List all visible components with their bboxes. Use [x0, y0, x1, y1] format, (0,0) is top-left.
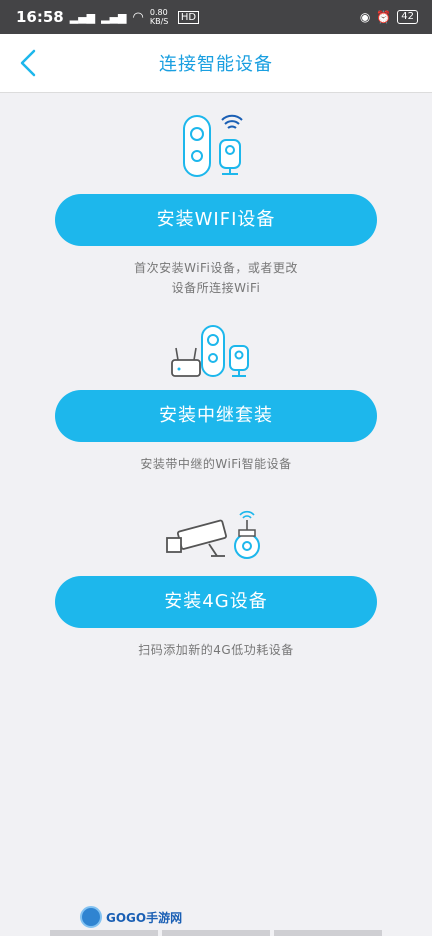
bottom-bar-segment	[162, 930, 270, 936]
install-repeater-button[interactable]: 安装中继套装	[55, 390, 377, 442]
nav-bar: 连接智能设备	[0, 34, 432, 93]
vibrate-icon: ◉	[359, 10, 371, 24]
wifi-icon: ◠	[132, 9, 144, 25]
option-repeater: 安装中继套装 安装带中继的WiFi智能设备	[0, 324, 432, 474]
status-time: 16:58	[16, 8, 64, 26]
option-4g: 安装4G设备 扫码添加新的4G低功耗设备	[0, 510, 432, 660]
wifi-desc-line1: 首次安装WiFi设备，或者更改	[134, 261, 298, 275]
4g-desc-line1: 扫码添加新的4G低功耗设备	[138, 643, 294, 657]
signal-icon-2: ▂▄▆	[101, 10, 127, 24]
page-title: 连接智能设备	[159, 54, 273, 75]
watermark-text: GOGO手游网	[106, 910, 183, 925]
bottom-bar-segment	[274, 930, 382, 936]
install-wifi-button[interactable]: 安装WIFI设备	[55, 194, 377, 246]
watermark-logo-icon	[80, 906, 102, 928]
signal-icon: ▂▄▆	[69, 10, 96, 24]
hd-badge: HD	[177, 10, 200, 24]
bottom-bars	[50, 930, 382, 936]
network-speed: 0.80 KB/S	[149, 8, 169, 26]
wifi-doorbell-icon	[183, 114, 243, 177]
status-right: ◉ ⏰ 42	[360, 10, 418, 24]
4g-description: 扫码添加新的4G低功耗设备	[0, 640, 432, 660]
install-4g-button[interactable]: 安装4G设备	[55, 576, 377, 628]
repeater-desc-line1: 安装带中继的WiFi智能设备	[140, 457, 292, 471]
battery-icon: 42	[397, 10, 418, 24]
status-left: 16:58 ▂▄▆ ▂▄▆ ◠ 0.80 KB/S HD	[16, 8, 200, 26]
back-arrow-icon[interactable]	[16, 47, 44, 79]
status-bar: 16:58 ▂▄▆ ▂▄▆ ◠ 0.80 KB/S HD ◉ ⏰ 42	[0, 0, 432, 34]
4g-camera-icon	[166, 510, 260, 559]
repeater-kit-icon	[171, 325, 249, 377]
repeater-description: 安装带中继的WiFi智能设备	[0, 454, 432, 474]
watermark: GOGO手游网	[80, 906, 182, 928]
alarm-icon: ⏰	[376, 10, 392, 24]
bottom-bar-segment	[50, 930, 158, 936]
wifi-description: 首次安装WiFi设备，或者更改 设备所连接WiFi	[0, 258, 432, 298]
option-wifi: 安装WIFI设备 首次安装WiFi设备，或者更改 设备所连接WiFi	[0, 110, 432, 298]
wifi-desc-line2: 设备所连接WiFi	[171, 281, 261, 295]
